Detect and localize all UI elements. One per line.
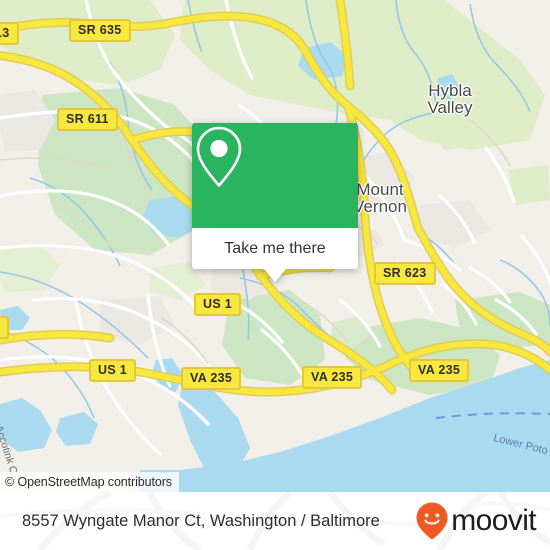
moovit-logo[interactable]: moovit [415, 501, 537, 541]
moovit-wordmark: moovit [451, 504, 536, 537]
road-shield-va-235-east[interactable]: VA 235 [409, 359, 470, 382]
road-shield-sr-611[interactable]: SR 611 [57, 108, 118, 131]
popup-card-pointer [264, 269, 286, 282]
map-attribution[interactable]: © OpenStreetMap contributors [0, 472, 179, 492]
location-popup-card[interactable]: Take me there [192, 123, 358, 282]
road-shield-us-1-west[interactable]: US 1 [89, 359, 136, 382]
place-label-hybla-valley: Hybla Valley [427, 81, 473, 117]
road-shield-sr-635[interactable]: SR 635 [69, 19, 131, 42]
location-title: 8557 Wyngate Manor Ct, Washington / Balt… [22, 511, 380, 530]
take-me-there-button[interactable]: Take me there [192, 228, 358, 269]
road-shield-va-235-west[interactable]: VA 235 [181, 367, 242, 390]
map-canvas[interactable]: Hybla Valley Mount Vernon Lower Poto Acc… [0, 0, 550, 492]
road-shield-sr-623[interactable]: SR 623 [374, 262, 436, 285]
footer-bar: 8557 Wyngate Manor Ct, Washington / Balt… [0, 492, 550, 550]
map-pin-icon [196, 126, 242, 187]
moovit-pin-smiley-icon [416, 502, 448, 540]
road-shield-left-clipped[interactable]: 5 [0, 316, 10, 339]
attribution-text: © OpenStreetMap contributors [5, 475, 172, 489]
popup-card-header [192, 123, 358, 228]
road-shield-va-235-center[interactable]: VA 235 [302, 366, 363, 389]
road-shield-us-1-north[interactable]: US 1 [194, 293, 241, 316]
road-shield-613[interactable]: 13 [0, 22, 19, 45]
map-screenshot: Hybla Valley Mount Vernon Lower Poto Acc… [0, 0, 550, 550]
take-me-there-label: Take me there [224, 239, 326, 257]
